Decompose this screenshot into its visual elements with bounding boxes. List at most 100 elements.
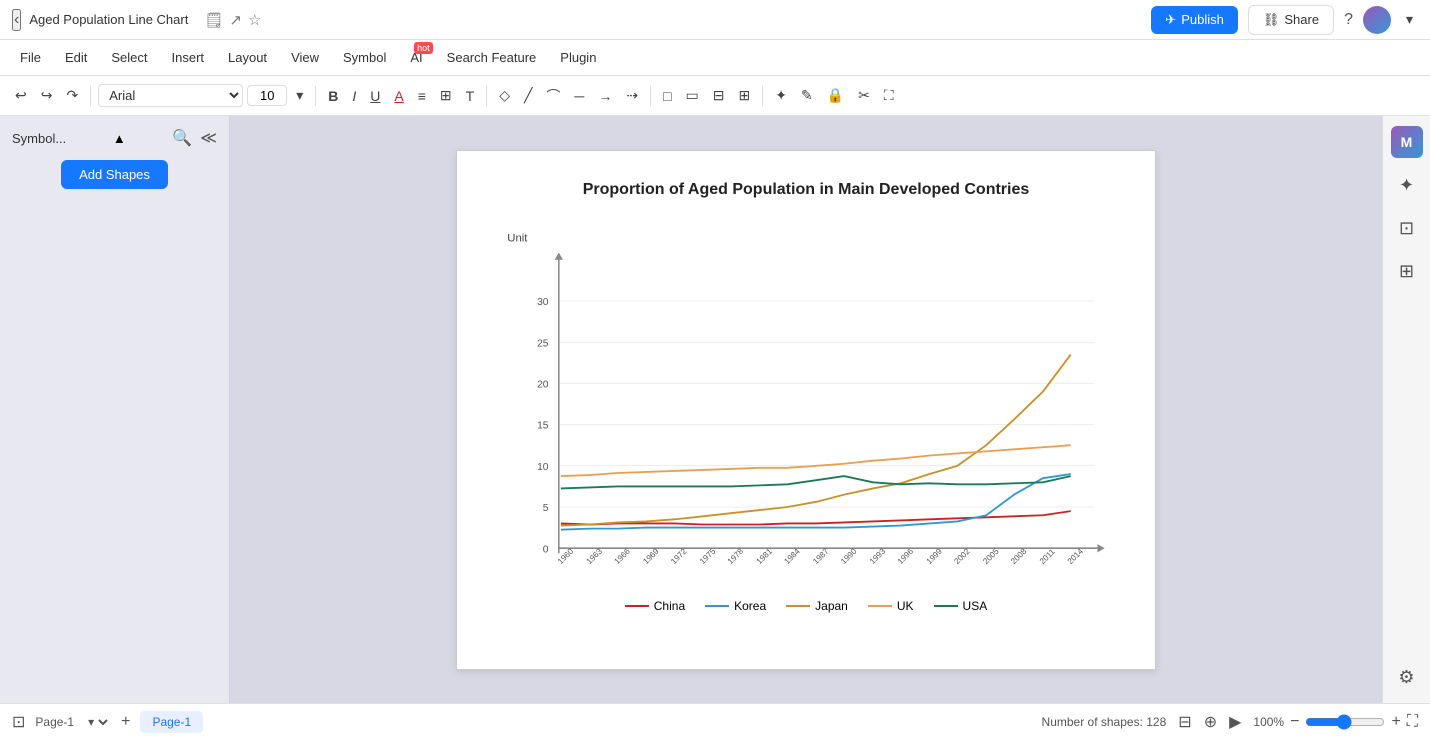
shape-button[interactable]: □ [658, 84, 676, 108]
focus-icon[interactable]: ⊕ [1204, 712, 1217, 732]
chart-title: Proportion of Aged Population in Main De… [497, 181, 1115, 199]
export-icon[interactable]: ↗ [229, 11, 242, 29]
document-title: Aged Population Line Chart [29, 12, 188, 27]
right-sidebar-avatar: M [1391, 126, 1423, 158]
line-end-button[interactable]: → [593, 84, 617, 108]
legend-uk: UK [868, 599, 914, 613]
menu-file[interactable]: File [10, 46, 51, 69]
menu-view[interactable]: View [281, 46, 329, 69]
text-align-button[interactable]: ≡ [413, 84, 431, 108]
back-button[interactable]: ‹ [12, 9, 21, 31]
add-page-button[interactable]: + [121, 713, 130, 731]
legend-usa-label: USA [963, 599, 988, 613]
share-button[interactable]: ⛓ Share [1248, 5, 1334, 35]
forward-button[interactable]: ↷ [61, 83, 83, 108]
active-page-tab[interactable]: Page-1 [140, 711, 203, 733]
chart-svg: Unit 0 5 10 15 20 25 [497, 219, 1115, 589]
canvas-area[interactable]: Proportion of Aged Population in Main De… [230, 116, 1382, 703]
undo-button[interactable]: ↩ [10, 83, 32, 108]
align-options-button[interactable]: ⊞ [435, 83, 457, 108]
avatar-dropdown[interactable]: ▾ [1401, 7, 1418, 32]
add-shapes-button[interactable]: Add Shapes [61, 160, 168, 189]
legend-china: China [625, 599, 685, 613]
bold-button[interactable]: B [323, 84, 343, 108]
table-button[interactable]: ⊞ [734, 83, 756, 108]
status-right: Number of shapes: 128 ⊟ ⊕ ▶ 100% − + ⛶ [1042, 712, 1418, 732]
layers-icon[interactable]: ⊟ [1178, 712, 1191, 732]
shapes-count: Number of shapes: 128 [1042, 715, 1167, 729]
svg-text:5: 5 [543, 503, 549, 514]
svg-text:10: 10 [537, 461, 549, 472]
menu-select[interactable]: Select [101, 46, 157, 69]
sidebar-title: Symbol... [12, 131, 66, 146]
zoom-fit-button[interactable]: ⛶ [1407, 713, 1418, 731]
svg-text:1993: 1993 [868, 546, 888, 566]
line-style-button[interactable]: ─ [569, 84, 589, 108]
crop-button[interactable]: ✂ [853, 83, 875, 108]
zoom-level: 100% [1253, 715, 1284, 729]
menu-plugin[interactable]: Plugin [550, 46, 606, 69]
publish-button[interactable]: ✈ Publish [1151, 6, 1238, 34]
edit-button[interactable]: ✎ [796, 83, 818, 108]
lock-button[interactable]: 🔒 [822, 83, 849, 108]
svg-text:1990: 1990 [839, 546, 859, 566]
left-sidebar: Symbol... ▲ 🔍 ≪ Add Shapes [0, 116, 230, 703]
menu-insert[interactable]: Insert [162, 46, 215, 69]
fullscreen-button[interactable]: ⛶ [879, 83, 899, 108]
right-sidebar-btn-3[interactable]: ⊞ [1394, 256, 1419, 287]
connector-button[interactable]: ⌒ [541, 82, 565, 110]
zoom-slider[interactable] [1305, 714, 1385, 730]
line-multi-button[interactable]: ⇢ [621, 83, 643, 108]
menu-symbol[interactable]: Symbol [333, 46, 396, 69]
svg-text:1975: 1975 [698, 546, 718, 566]
sidebar-collapse-icon: ▲ [113, 131, 126, 146]
avatar[interactable] [1363, 6, 1391, 34]
magic-button[interactable]: ✦ [770, 83, 792, 108]
menu-ai[interactable]: AIhot [400, 46, 432, 69]
sidebar-collapse-btn[interactable]: ≪ [200, 128, 217, 148]
chart-area: Unit 0 5 10 15 20 25 [497, 219, 1115, 589]
legend-japan-label: Japan [815, 599, 848, 613]
arrange-button[interactable]: ⊟ [708, 83, 730, 108]
publish-icon: ✈ [1165, 12, 1176, 28]
svg-text:2014: 2014 [1066, 546, 1086, 566]
right-sidebar: M ✦ ⊡ ⊞ ⚙ [1382, 116, 1430, 703]
font-size-dropdown[interactable]: ▾ [291, 83, 308, 108]
right-sidebar-btn-2[interactable]: ⊡ [1394, 213, 1419, 244]
font-size-input[interactable] [247, 85, 287, 106]
play-icon[interactable]: ▶ [1229, 712, 1241, 732]
svg-text:1978: 1978 [726, 546, 746, 566]
page-dropdown[interactable]: ▾ [84, 714, 111, 730]
menu-layout[interactable]: Layout [218, 46, 277, 69]
zoom-out-button[interactable]: − [1290, 713, 1299, 731]
redo-button[interactable]: ↪ [36, 83, 58, 108]
legend-usa: USA [934, 599, 988, 613]
star-icon[interactable]: ☆ [248, 11, 261, 29]
title-icon-group: 🗒 ↗ ☆ [204, 11, 261, 29]
underline-button[interactable]: U [365, 84, 385, 108]
svg-text:1984: 1984 [783, 546, 803, 566]
toolbar: ↩ ↪ ↷ Arial Times New Roman Helvetica ▾ … [0, 76, 1430, 116]
chart-legend: China Korea Japan UK USA [497, 599, 1115, 613]
font-color-button[interactable]: A [389, 84, 408, 108]
sidebar-search-icon[interactable]: 🔍 [172, 128, 192, 148]
right-sidebar-settings-btn[interactable]: ⚙ [1393, 662, 1419, 693]
bookmark-icon[interactable]: 🗒 [204, 11, 223, 29]
menu-search-feature[interactable]: Search Feature [437, 46, 547, 69]
zoom-in-button[interactable]: + [1391, 713, 1400, 731]
legend-uk-label: UK [897, 599, 914, 613]
italic-button[interactable]: I [347, 84, 361, 108]
menu-edit[interactable]: Edit [55, 46, 97, 69]
line-button[interactable]: ╱ [519, 83, 537, 108]
help-button[interactable]: ? [1344, 11, 1353, 29]
main-layout: Symbol... ▲ 🔍 ≪ Add Shapes Proportion of… [0, 116, 1430, 703]
text-style-button[interactable]: T [461, 84, 480, 108]
right-sidebar-btn-1[interactable]: ✦ [1394, 170, 1419, 201]
font-family-select[interactable]: Arial Times New Roman Helvetica [98, 84, 243, 107]
separator-2 [315, 86, 316, 106]
fill-button[interactable]: ◇ [494, 83, 515, 108]
legend-korea-label: Korea [734, 599, 766, 613]
legend-japan-line [786, 605, 810, 607]
rounded-shape-button[interactable]: ▭ [681, 83, 704, 108]
svg-text:1966: 1966 [613, 546, 633, 566]
